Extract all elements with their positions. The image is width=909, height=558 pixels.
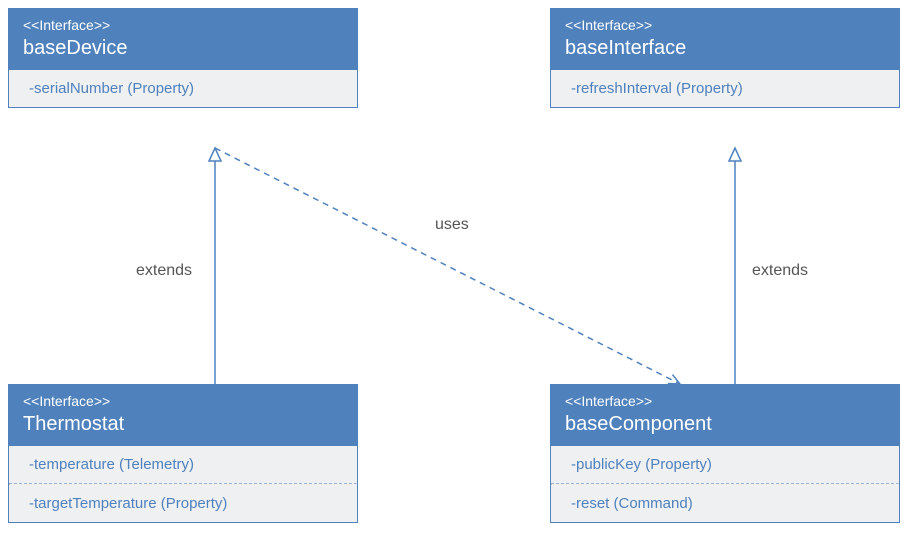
relation-label-extends-right: extends: [752, 262, 808, 280]
member-row: -refreshInterval (Property): [551, 70, 899, 107]
class-body: -refreshInterval (Property): [551, 70, 899, 107]
class-thermostat: <<Interface>> Thermostat -temperature (T…: [8, 384, 358, 523]
class-body: -publicKey (Property) -reset (Command): [551, 446, 899, 522]
class-header: <<Interface>> baseDevice: [9, 9, 357, 70]
class-body: -temperature (Telemetry) -targetTemperat…: [9, 446, 357, 522]
edge-thermostat-uses-basecomponent: [215, 148, 680, 384]
member-row: -serialNumber (Property): [9, 70, 357, 107]
stereotype-label: <<Interface>>: [565, 17, 885, 33]
stereotype-label: <<Interface>>: [23, 393, 343, 409]
class-name: baseInterface: [565, 37, 885, 60]
class-body: -serialNumber (Property): [9, 70, 357, 107]
class-header: <<Interface>> baseInterface: [551, 9, 899, 70]
relation-label-uses: uses: [435, 216, 469, 234]
member-row: -publicKey (Property): [551, 446, 899, 483]
member-row: -reset (Command): [551, 485, 899, 522]
member-row: -targetTemperature (Property): [9, 485, 357, 522]
relation-label-extends-left: extends: [136, 262, 192, 280]
class-name: baseComponent: [565, 413, 885, 436]
class-name: Thermostat: [23, 413, 343, 436]
class-header: <<Interface>> Thermostat: [9, 385, 357, 446]
class-basedevice: <<Interface>> baseDevice -serialNumber (…: [8, 8, 358, 108]
class-header: <<Interface>> baseComponent: [551, 385, 899, 446]
class-name: baseDevice: [23, 37, 343, 60]
stereotype-label: <<Interface>>: [565, 393, 885, 409]
stereotype-label: <<Interface>>: [23, 17, 343, 33]
class-baseinterface: <<Interface>> baseInterface -refreshInte…: [550, 8, 900, 108]
class-basecomponent: <<Interface>> baseComponent -publicKey (…: [550, 384, 900, 523]
member-row: -temperature (Telemetry): [9, 446, 357, 483]
